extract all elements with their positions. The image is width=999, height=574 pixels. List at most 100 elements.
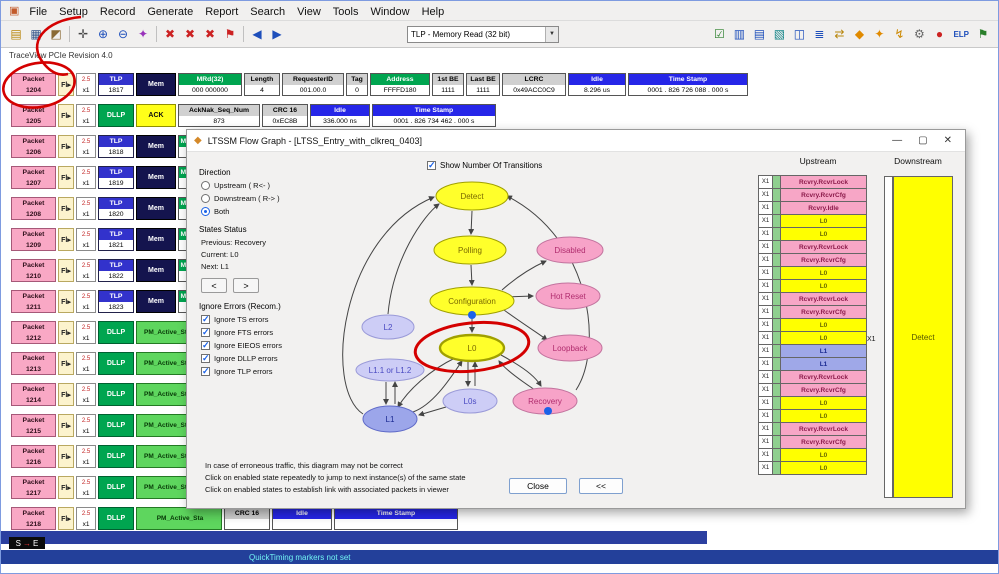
- packet-cell[interactable]: Packet 1208: [11, 197, 56, 220]
- packet-cell[interactable]: Packet 1215: [11, 414, 56, 437]
- pm-state-cell[interactable]: PM_Active_St: [136, 383, 193, 406]
- menu-record[interactable]: Record: [94, 4, 141, 20]
- state-hot-reset[interactable]: Hot Reset: [535, 282, 601, 310]
- state-detect[interactable]: Detect: [435, 181, 509, 211]
- pm-state-cell[interactable]: PM_Active_St: [136, 476, 193, 499]
- lane-state-row[interactable]: X1 L0: [758, 214, 867, 228]
- trace-row-1210[interactable]: Packet1210Fl▸2.5x1TLP1822MemMW: [11, 259, 197, 282]
- field-cell[interactable]: Address FFFFD180: [370, 73, 430, 96]
- trace-row-1211[interactable]: Packet1211Fl▸2.5x1TLP1823MemMW: [11, 290, 197, 313]
- lane-state-row[interactable]: X1 L1: [758, 357, 867, 371]
- close-button[interactable]: Close: [509, 478, 567, 494]
- menu-generate[interactable]: Generate: [141, 4, 199, 20]
- lane-state-row[interactable]: X1 L0: [758, 396, 867, 410]
- state-l1-1-or-l1-2[interactable]: L1.1 or L1.2: [355, 358, 425, 382]
- lane-state-row[interactable]: X1 Rcvry.RcvrCfg: [758, 435, 867, 449]
- dllp-cell[interactable]: DLLP: [98, 445, 134, 468]
- mem-cell[interactable]: Mem: [136, 290, 176, 313]
- trace-row-1204[interactable]: Packet 1204 Fl▸ 2.5 x1 TLP 1817 Mem MRd(32) 000 0…: [11, 73, 750, 96]
- packet-cell[interactable]: Packet 1211: [11, 290, 56, 313]
- flow-cell[interactable]: Fl▸: [58, 383, 74, 406]
- mem-cell[interactable]: Mem: [136, 259, 176, 282]
- field-cell[interactable]: Tag 0: [346, 73, 368, 96]
- field-cell[interactable]: Time Stamp: [334, 507, 458, 530]
- radio-downstream-r[interactable]: Downstream ( R-> ): [201, 194, 309, 203]
- link-width-cell[interactable]: 2.5 x1: [76, 104, 96, 127]
- search-prev-icon[interactable]: ◀: [248, 25, 266, 43]
- trace-row-1206[interactable]: Packet1206Fl▸2.5x1TLP1818MemMW: [11, 135, 197, 158]
- flow-cell[interactable]: Fl▸: [58, 197, 74, 220]
- link-width-cell[interactable]: 2.5 x1: [76, 197, 96, 220]
- link-tracker-icon[interactable]: ⇄: [830, 25, 848, 43]
- packet-cell[interactable]: Packet 1217: [11, 476, 56, 499]
- chevron-down-icon[interactable]: ▼: [545, 26, 558, 42]
- cursor-icon[interactable]: ✛: [74, 25, 92, 43]
- trace-row-1214[interactable]: Packet 1214 Fl▸ 2.5 x1 DLLP PM_Active_St: [11, 383, 195, 406]
- dllp-cell[interactable]: DLLP: [98, 414, 134, 437]
- flow-cell[interactable]: Fl▸: [58, 73, 74, 96]
- field-cell[interactable]: AckNak_Seq_Num 873: [178, 104, 260, 127]
- pm-state-cell[interactable]: PM_Active_St: [136, 445, 193, 468]
- lane-state-row[interactable]: X1 Rcvry.Idle: [758, 201, 867, 215]
- lane-state-row[interactable]: X1 L0: [758, 409, 867, 423]
- field-cell[interactable]: Last BE 1111: [466, 73, 500, 96]
- dllp-cell[interactable]: DLLP: [98, 352, 134, 375]
- link-width-cell[interactable]: 2.5 x1: [76, 259, 96, 282]
- link-width-cell[interactable]: 2.5 x1: [76, 73, 96, 96]
- packet-cell[interactable]: Packet 1207: [11, 166, 56, 189]
- trace-row-1212[interactable]: Packet 1212 Fl▸ 2.5 x1 DLLP PM_Active_St: [11, 321, 195, 344]
- flow-cell[interactable]: Fl▸: [58, 445, 74, 468]
- state-l2[interactable]: L2: [361, 314, 415, 340]
- flow-cell[interactable]: Fl▸: [58, 476, 74, 499]
- packet-cell[interactable]: Packet 1206: [11, 135, 56, 158]
- radio-upstream-r[interactable]: Upstream ( R<- ): [201, 181, 309, 190]
- flow-cell[interactable]: Fl▸: [58, 414, 74, 437]
- checkbox-ignore-fts-errors[interactable]: Ignore FTS errors: [201, 327, 309, 338]
- split-view-icon[interactable]: ◫: [790, 25, 808, 43]
- tlp-cell[interactable]: TLP 1818: [98, 135, 134, 158]
- state-l1[interactable]: L1: [362, 405, 418, 433]
- field-cell[interactable]: CRC 16: [224, 507, 270, 530]
- dialog-title-bar[interactable]: ◆ LTSSM Flow Graph - [LTSS_Entry_with_cl…: [187, 130, 965, 152]
- mem-cell[interactable]: Mem: [136, 228, 176, 251]
- maximize-button[interactable]: ▢: [918, 135, 927, 146]
- lane-state-row[interactable]: X1 L0: [758, 266, 867, 280]
- ltssm-graph-icon[interactable]: ◆: [850, 25, 868, 43]
- packet-cell[interactable]: Packet 1204: [11, 73, 56, 96]
- mem-cell[interactable]: Mem: [136, 166, 176, 189]
- mem-cell[interactable]: Mem: [136, 73, 176, 96]
- state-disabled[interactable]: Disabled: [536, 236, 604, 264]
- field-cell[interactable]: Length 4: [244, 73, 280, 96]
- wand-icon[interactable]: ✦: [134, 25, 152, 43]
- state-configuration[interactable]: Configuration: [429, 286, 515, 316]
- flow-cell[interactable]: Fl▸: [58, 507, 74, 530]
- field-cell[interactable]: MRd(32) 000 000000: [178, 73, 242, 96]
- packet-cell[interactable]: Packet 1213: [11, 352, 56, 375]
- menu-file[interactable]: File: [23, 4, 53, 20]
- save-icon[interactable]: ▦: [27, 25, 45, 43]
- clear-errors-icon[interactable]: ✖: [201, 25, 219, 43]
- state-polling[interactable]: Polling: [433, 235, 507, 265]
- packet-cell[interactable]: Packet 1210: [11, 259, 56, 282]
- menu-help[interactable]: Help: [416, 4, 451, 20]
- tlp-cell[interactable]: TLP 1820: [98, 197, 134, 220]
- link-width-cell[interactable]: 2.5 x1: [76, 352, 96, 375]
- packet-type-dropdown[interactable]: TLP - Memory Read (32 bit) ▼: [407, 25, 559, 43]
- trace-row-1209[interactable]: Packet1209Fl▸2.5x1TLP1821MemMW: [11, 228, 197, 251]
- lane-state-row[interactable]: X1 Rcvry.RcvrLock: [758, 292, 867, 306]
- tlp-cell[interactable]: TLP 1821: [98, 228, 134, 251]
- packet-cell[interactable]: Packet 1216: [11, 445, 56, 468]
- field-cell[interactable]: 1st BE 1111: [432, 73, 464, 96]
- dllp-cell[interactable]: DLLP: [98, 321, 134, 344]
- spreadsheet-view-icon[interactable]: ▧: [770, 25, 788, 43]
- checkbox-ignore-tlp-errors[interactable]: Ignore TLP errors: [201, 366, 309, 377]
- field-cell[interactable]: Idle 8.296 us: [568, 73, 626, 96]
- flow-graph-icon[interactable]: ✦: [870, 25, 888, 43]
- elp-badge[interactable]: ELP: [951, 28, 971, 41]
- field-cell[interactable]: Idle: [272, 507, 332, 530]
- trigger-icon[interactable]: ↯: [890, 25, 908, 43]
- trace-view-icon[interactable]: ▤: [750, 25, 768, 43]
- trace-row-1208[interactable]: Packet1208Fl▸2.5x1TLP1820MemMW: [11, 197, 197, 220]
- lane-state-row[interactable]: X1 Rcvry.RcvrLock: [758, 240, 867, 254]
- packet-cell[interactable]: Packet 1214: [11, 383, 56, 406]
